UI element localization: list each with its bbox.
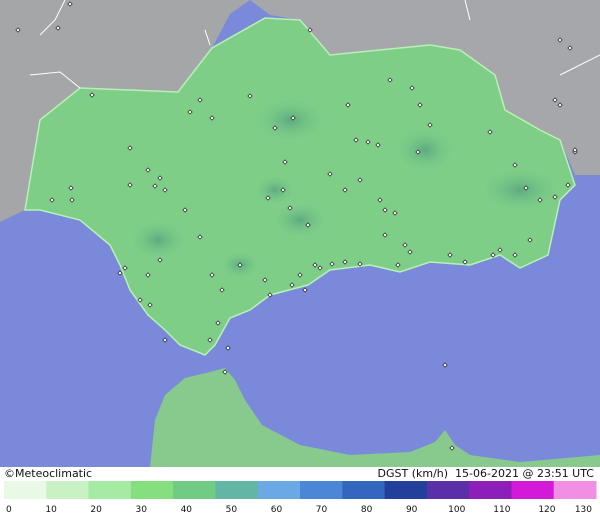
legend-tick-label: 0 [6, 505, 12, 515]
time-label: 23:51 UTC [536, 467, 594, 480]
legend-swatch [384, 481, 428, 499]
copyright-symbol: © [4, 467, 15, 480]
legend-swatch [553, 481, 597, 499]
weather-map [0, 0, 600, 467]
legend-tick-label: 60 [271, 505, 283, 515]
legend-tick-label: 130 [575, 505, 592, 515]
legend-swatch [469, 481, 512, 499]
info-banner: ©Meteoclimatic DGST (km/h) 15-06-2021 @ … [0, 467, 600, 481]
legend-tick-label: 40 [181, 505, 193, 515]
legend-swatch [215, 481, 259, 499]
legend-tick-label: 90 [406, 505, 418, 515]
legend-tick-label: 70 [316, 505, 328, 515]
legend-swatch [300, 481, 343, 499]
footer: ©Meteoclimatic DGST (km/h) 15-06-2021 @ … [0, 467, 600, 517]
brand-name: Meteoclimatic [15, 467, 93, 480]
legend-tick-label: 80 [361, 505, 373, 515]
brand: ©Meteoclimatic [4, 468, 92, 480]
legend-swatch [46, 481, 90, 499]
variable-label: DGST (km/h) [377, 467, 449, 480]
legend-swatch [130, 481, 174, 499]
legend-swatch [88, 481, 132, 499]
legend-tick-label: 50 [226, 505, 238, 515]
legend-tick-label: 10 [45, 505, 57, 515]
legend-tick-label: 100 [448, 505, 465, 515]
at-label: @ [522, 467, 534, 480]
legend-swatch [511, 481, 555, 499]
legend-tick-label: 110 [493, 505, 510, 515]
legend-scale: 0 10 20 30 40 50 60 70 80 90 100 110 120 130 [4, 481, 597, 515]
legend-tick-label: 20 [90, 505, 102, 515]
legend-swatch [173, 481, 216, 499]
legend-tick-label: 120 [538, 505, 555, 515]
map-metadata: DGST (km/h) 15-06-2021 @ 23:51 UTC [378, 468, 595, 480]
legend-swatch [4, 481, 47, 499]
legend-swatch [342, 481, 386, 499]
date-label: 15-06-2021 [455, 467, 519, 480]
legend-swatch [257, 481, 301, 499]
legend-swatch [426, 481, 470, 499]
legend-tick-label: 30 [136, 505, 148, 515]
